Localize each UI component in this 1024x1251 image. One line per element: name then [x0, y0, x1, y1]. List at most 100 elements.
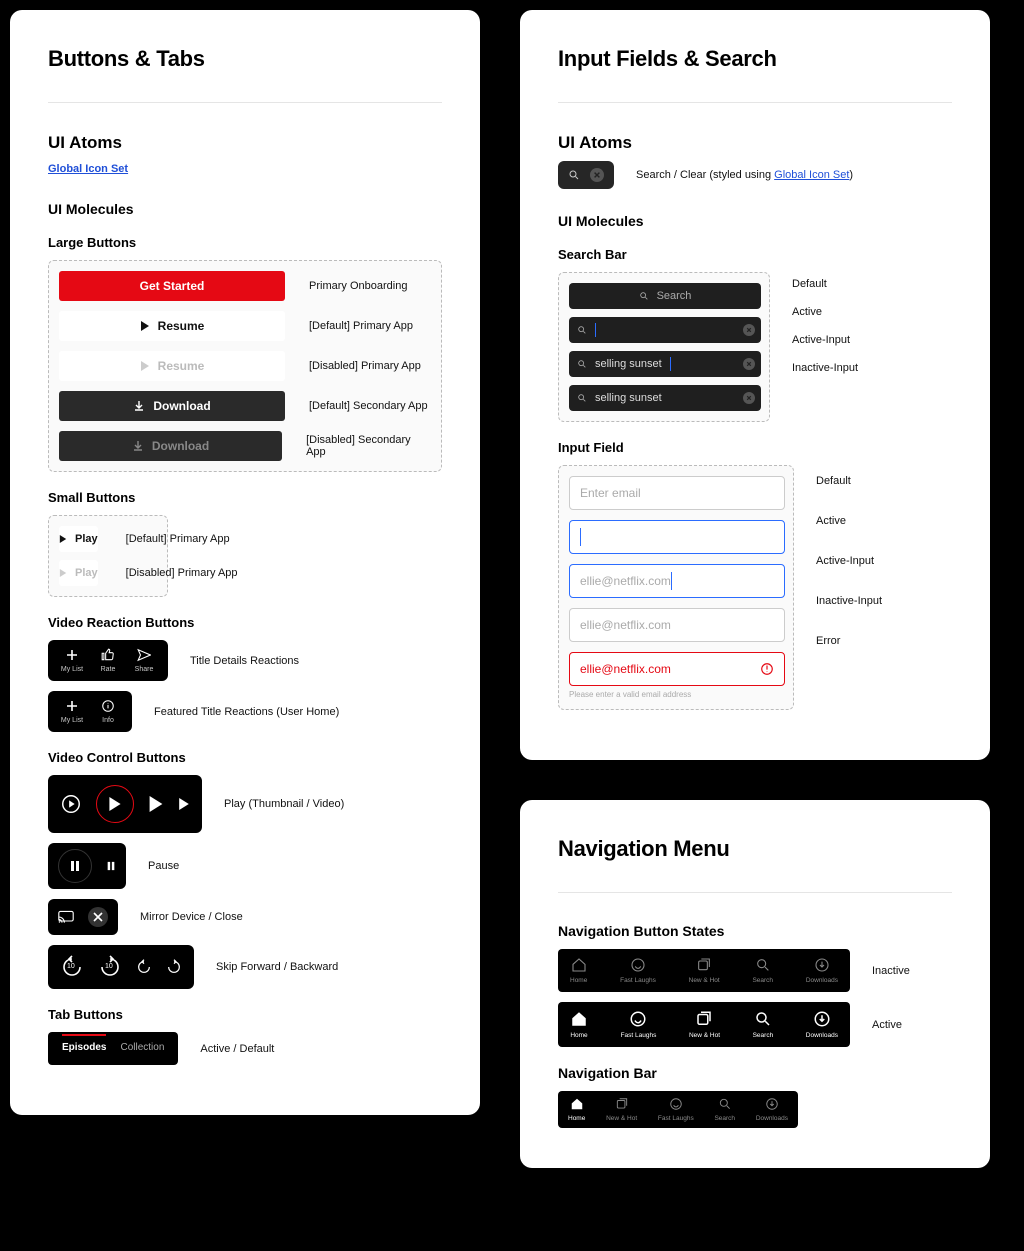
nav-home[interactable]: Home [570, 1010, 588, 1039]
button-desc: Primary Onboarding [309, 280, 407, 292]
nav-home[interactable]: Home [568, 1097, 585, 1122]
button-label: Resume [158, 319, 205, 333]
clear-icon[interactable] [590, 168, 604, 182]
text-cursor [670, 357, 671, 371]
searchbar-inactive-input[interactable]: selling sunset [569, 385, 761, 411]
nav-downloads[interactable]: Downloads [756, 1097, 788, 1122]
error-message: Please enter a valid email address [569, 690, 783, 699]
my-list-button[interactable]: My List [54, 699, 90, 724]
pause-icon[interactable] [106, 861, 116, 871]
nav-search[interactable]: Search [714, 1097, 735, 1122]
resume-button-disabled: Resume [59, 351, 285, 381]
nav-new-hot[interactable]: New & Hot [606, 1097, 637, 1122]
nav-label: Search [714, 1115, 735, 1122]
skip-controls-group: 10 10 [48, 945, 194, 989]
email-field-active[interactable] [569, 520, 785, 554]
get-started-button[interactable]: Get Started [59, 271, 285, 301]
skip-back-small-icon[interactable] [136, 959, 152, 975]
download-icon [132, 440, 144, 452]
panel-buttons-tabs: Buttons & Tabs UI Atoms Global Icon Set … [10, 10, 480, 1115]
nav-label: Fast Laughs [621, 1032, 657, 1039]
info-button[interactable]: Info [90, 699, 126, 724]
search-value: selling sunset [595, 392, 662, 404]
nav-label: New & Hot [606, 1115, 637, 1122]
nav-search[interactable]: Search [753, 1010, 774, 1039]
state-label: Default [792, 278, 858, 290]
resume-button[interactable]: Resume [59, 311, 285, 341]
searchbar-active-input[interactable]: selling sunset [569, 351, 761, 377]
skip-forward-icon[interactable]: 10 [98, 955, 122, 979]
my-list-button[interactable]: My List [54, 648, 90, 673]
tab-collection[interactable]: Collection [120, 1042, 164, 1053]
play-icon[interactable] [178, 798, 190, 810]
vc-desc: Pause [148, 860, 179, 872]
nav-fast-laughs[interactable]: Fast Laughs [621, 1010, 657, 1039]
share-button[interactable]: Share [126, 648, 162, 673]
nav-label: Fast Laughs [620, 977, 656, 984]
featured-reactions-group: My List Info [48, 691, 132, 732]
reaction-desc: Title Details Reactions [190, 655, 299, 667]
clear-icon[interactable] [743, 324, 755, 336]
nav-strip-inactive: Home Fast Laughs New & Hot Search Downlo… [558, 949, 850, 992]
state-label: Default [816, 475, 882, 487]
global-icon-set-link[interactable]: Global Icon Set [48, 163, 128, 175]
nav-label: New & Hot [689, 1032, 720, 1039]
clear-icon[interactable] [743, 392, 755, 404]
search-icon [577, 393, 587, 403]
skip-forward-small-icon[interactable] [166, 959, 182, 975]
tab-desc: Active / Default [200, 1043, 274, 1055]
play-ring-button[interactable] [96, 785, 134, 823]
vc-desc: Skip Forward / Backward [216, 961, 338, 973]
vc-desc: Mirror Device / Close [140, 911, 243, 923]
nav-fast-laughs[interactable]: Fast Laughs [620, 957, 656, 984]
input-value: ellie@netflix.com [580, 618, 671, 632]
nav-home[interactable]: Home [570, 957, 587, 984]
pause-ring-button[interactable] [58, 849, 92, 883]
nav-downloads[interactable]: Downloads [806, 957, 838, 984]
nav-downloads[interactable]: Downloads [806, 1010, 838, 1039]
reaction-label: Rate [101, 666, 116, 673]
state-label: Active-Input [816, 555, 882, 567]
searchbar-default[interactable]: Search [569, 283, 761, 309]
search-bar-heading: Search Bar [558, 247, 952, 262]
button-desc: [Disabled] Primary App [309, 360, 421, 372]
input-value: ellie@netflix.com [580, 574, 671, 588]
small-buttons-group: Play [Default] Primary App Play [Disable… [48, 515, 168, 597]
email-field-active-input[interactable]: ellie@netflix.com [569, 564, 785, 598]
global-icon-set-link[interactable]: Global Icon Set [774, 169, 849, 181]
clear-icon[interactable] [743, 358, 755, 370]
search-icon [754, 1010, 772, 1028]
nav-new-hot[interactable]: New & Hot [689, 957, 720, 984]
ui-molecules-heading: UI Molecules [558, 213, 952, 229]
stack-icon [695, 1010, 713, 1028]
video-reaction-heading: Video Reaction Buttons [48, 615, 442, 630]
search-icon [755, 957, 771, 973]
play-circle-icon[interactable] [60, 793, 82, 815]
state-label: Active [816, 515, 882, 527]
searchbar-active[interactable] [569, 317, 761, 343]
ui-atoms-heading: UI Atoms [48, 133, 442, 153]
email-field-inactive-input[interactable]: ellie@netflix.com [569, 608, 785, 642]
download-button[interactable]: Download [59, 391, 285, 421]
play-icon [59, 535, 67, 543]
play-icon [59, 569, 67, 577]
play-button[interactable]: Play [59, 526, 98, 552]
nav-label: Home [570, 1032, 587, 1039]
cast-icon[interactable] [58, 910, 74, 924]
nav-new-hot[interactable]: New & Hot [689, 1010, 720, 1039]
email-field-error[interactable]: ellie@netflix.com [569, 652, 785, 686]
panel-navigation: Navigation Menu Navigation Button States… [520, 800, 990, 1168]
stack-icon [696, 957, 712, 973]
plus-icon [65, 648, 79, 662]
close-icon[interactable] [88, 907, 108, 927]
play-icon[interactable] [148, 796, 164, 812]
panel-title: Navigation Menu [558, 836, 952, 862]
panel-title: Input Fields & Search [558, 46, 952, 72]
search-icon[interactable] [568, 169, 580, 181]
nav-fast-laughs[interactable]: Fast Laughs [658, 1097, 694, 1122]
tab-episodes[interactable]: Episodes [62, 1042, 106, 1053]
skip-back-icon[interactable]: 10 [60, 955, 84, 979]
rate-button[interactable]: Rate [90, 648, 126, 673]
email-field-default[interactable]: Enter email [569, 476, 785, 510]
nav-search[interactable]: Search [752, 957, 773, 984]
